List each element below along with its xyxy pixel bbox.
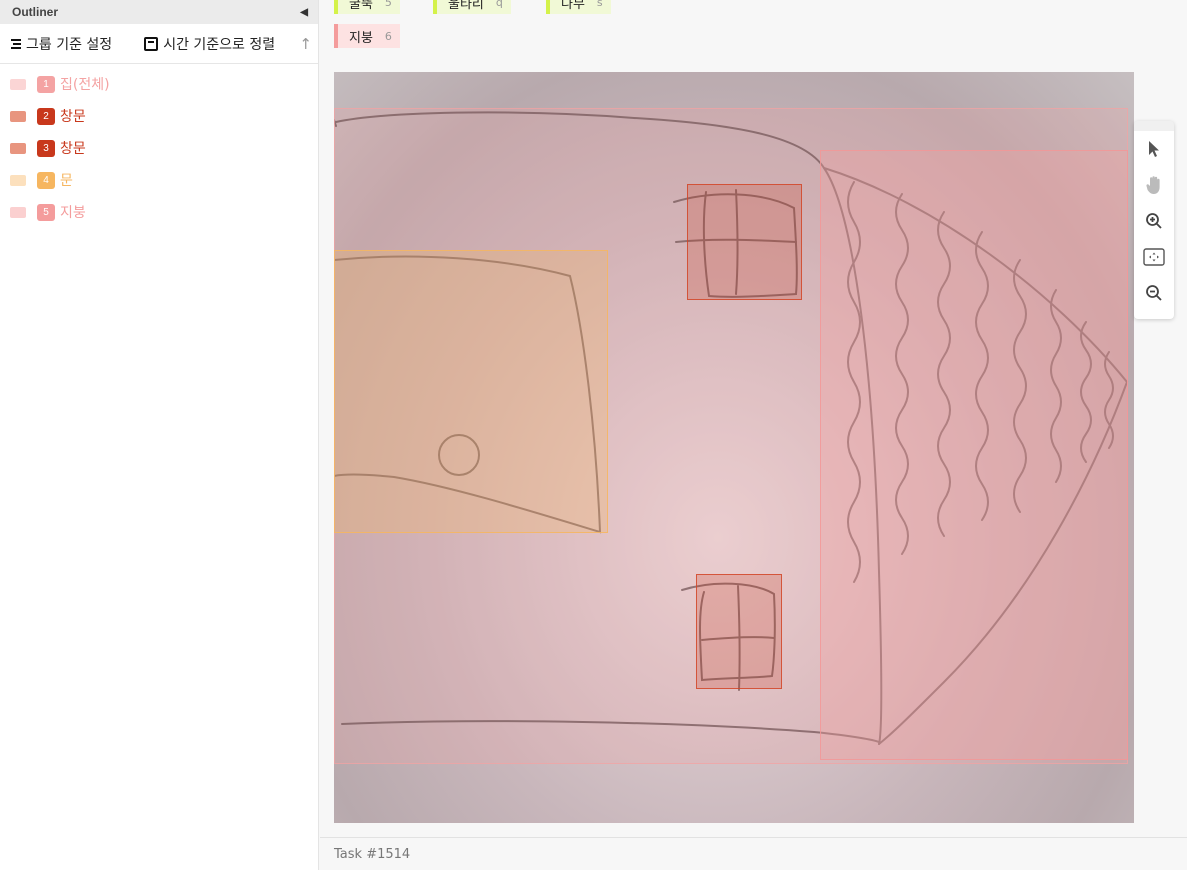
region-number-badge: 4 (37, 171, 55, 189)
fit-screen-icon (1143, 248, 1165, 266)
image-tools-panel (1134, 121, 1174, 319)
outliner-title: Outliner (12, 5, 59, 19)
region-item-5[interactable]: 5 지붕 (0, 196, 318, 228)
label-chip-hotkey: s (596, 0, 603, 9)
task-footer: Task #1514 (320, 837, 1187, 870)
rectangle-icon (10, 78, 26, 90)
outliner-toolbar: 그룹 기준 설정 시간 기준으로 정렬 ↑ (0, 24, 318, 64)
label-chip-roof[interactable]: 지붕 6 (334, 24, 400, 48)
group-by-label: 그룹 기준 설정 (26, 36, 113, 53)
annotation-canvas[interactable] (334, 72, 1134, 823)
zoom-in-button[interactable] (1134, 203, 1174, 239)
hand-icon (1146, 176, 1160, 194)
rectangle-icon (10, 142, 26, 154)
fit-to-screen-button[interactable] (1134, 239, 1174, 275)
region-number-badge: 5 (37, 203, 55, 221)
region-list: 1 집(전체) 2 창문 3 창문 4 문 5 지붕 (0, 64, 318, 228)
sort-direction-icon[interactable]: ↑ (299, 35, 312, 53)
sort-by-time-label: 시간 기준으로 정렬 (163, 36, 276, 53)
list-icon (10, 38, 21, 49)
label-chip-name: 굴뚝 (349, 0, 373, 12)
region-item-4[interactable]: 4 문 (0, 164, 318, 196)
rectangle-icon (10, 206, 26, 218)
pointer-icon (1149, 141, 1159, 157)
region-number-badge: 1 (37, 75, 55, 93)
region-box-window-1[interactable] (687, 184, 802, 300)
group-by-button[interactable]: 그룹 기준 설정 (10, 34, 112, 54)
region-label: 창문 (60, 141, 86, 157)
zoom-out-button[interactable] (1134, 275, 1174, 311)
label-chip-name: 지붕 (349, 30, 373, 46)
label-chip-fence[interactable]: 울타리 q (433, 0, 511, 14)
zoom-in-icon (1146, 213, 1162, 229)
rectangle-icon (10, 174, 26, 186)
label-chip-hotkey: 5 (384, 0, 392, 9)
label-chip-tree[interactable]: 나무 s (546, 0, 611, 14)
calendar-icon (144, 36, 159, 51)
collapse-left-icon[interactable]: ◀ (300, 7, 308, 18)
region-box-door[interactable] (334, 250, 608, 533)
zoom-out-icon (1146, 285, 1162, 301)
pan-tool-button[interactable] (1134, 167, 1174, 203)
label-chip-name: 울타리 (448, 0, 484, 12)
region-label: 문 (60, 173, 73, 189)
pointer-tool-button[interactable] (1134, 131, 1174, 167)
sort-by-time-button[interactable]: 시간 기준으로 정렬 (144, 34, 275, 54)
region-box-window-2[interactable] (696, 574, 782, 689)
region-label: 지붕 (60, 205, 86, 221)
region-label: 창문 (60, 109, 86, 125)
outliner-header: Outliner ◀ (0, 0, 318, 24)
label-chip-hotkey: 6 (384, 29, 392, 43)
region-box-roof[interactable] (820, 150, 1128, 760)
region-number-badge: 2 (37, 107, 55, 125)
outliner-panel: Outliner ◀ 그룹 기준 설정 시간 기준으로 정렬 ↑ 1 집(전체)… (0, 0, 319, 870)
region-item-1[interactable]: 1 집(전체) (0, 68, 318, 100)
region-label: 집(전체) (60, 77, 110, 93)
task-id: Task #1514 (334, 846, 411, 862)
label-chip-chimney[interactable]: 굴뚝 5 (334, 0, 400, 14)
rectangle-icon (10, 110, 26, 122)
region-item-2[interactable]: 2 창문 (0, 100, 318, 132)
label-chip-name: 나무 (561, 0, 585, 12)
region-number-badge: 3 (37, 139, 55, 157)
region-item-3[interactable]: 3 창문 (0, 132, 318, 164)
label-chip-hotkey: q (495, 0, 503, 9)
